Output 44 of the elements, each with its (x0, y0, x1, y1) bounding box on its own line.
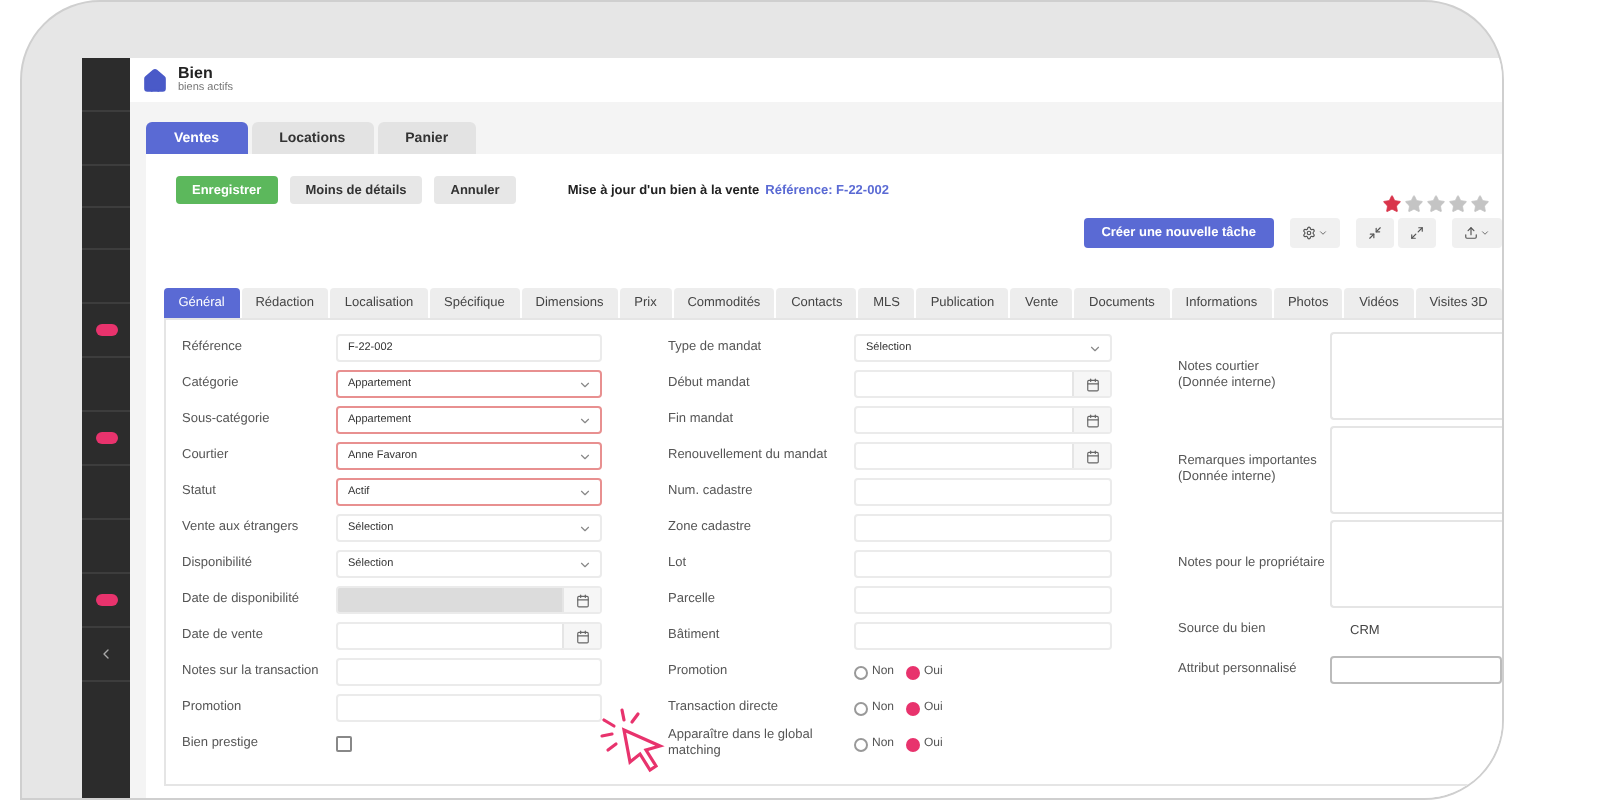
house-icon (142, 67, 168, 93)
caret-icon (1480, 228, 1490, 238)
calendar-icon (575, 593, 589, 607)
settings-dropdown-button[interactable] (1290, 218, 1340, 248)
chevron-down-icon (578, 413, 592, 427)
star-icon (1404, 194, 1424, 214)
date-field[interactable] (854, 442, 1112, 470)
calendar-icon (1085, 449, 1099, 463)
caret-icon (1318, 228, 1328, 238)
maximize-button[interactable] (1398, 218, 1436, 248)
chevron-down-icon (578, 521, 592, 535)
textarea-field[interactable] (1330, 426, 1502, 514)
calendar-icon (1085, 413, 1099, 427)
page-title: Bien (178, 64, 215, 82)
date-field[interactable] (336, 622, 602, 650)
star-icon (1470, 194, 1490, 214)
text-field[interactable] (1330, 656, 1502, 684)
star-icon (1448, 194, 1468, 214)
chevron-down-icon (578, 557, 592, 571)
date-field[interactable] (854, 370, 1112, 398)
count-badge-icon (95, 594, 117, 606)
chevron-down-icon (1088, 341, 1102, 355)
chevron-down-icon (578, 449, 592, 463)
star-icon (1426, 194, 1446, 214)
star-rating[interactable] (1382, 194, 1490, 214)
settings-icon (1302, 226, 1316, 240)
upload-dropdown-button[interactable] (1452, 218, 1502, 248)
star-icon (1382, 194, 1402, 214)
chevron-down-icon (578, 377, 592, 391)
textarea-field[interactable] (1330, 332, 1502, 420)
textarea-field[interactable] (1330, 520, 1502, 608)
minimize-arrows-icon (1368, 226, 1382, 240)
count-badge-icon (95, 432, 117, 444)
upload-icon (1464, 226, 1478, 240)
calendar-icon (575, 629, 589, 643)
date-field[interactable] (854, 406, 1112, 434)
calendar-icon (1085, 377, 1099, 391)
collapse-chevron-icon[interactable] (98, 646, 114, 662)
count-badge-icon (95, 324, 117, 336)
checkbox[interactable] (336, 736, 352, 752)
chevron-down-icon (578, 485, 592, 499)
minimize-button[interactable] (1356, 218, 1394, 248)
maximize-arrows-icon (1410, 226, 1424, 240)
click-cursor-drawing (598, 706, 666, 774)
